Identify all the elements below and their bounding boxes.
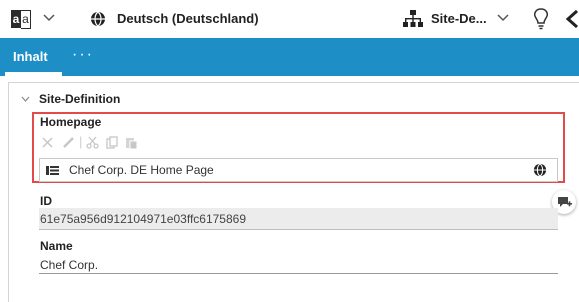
language-icon-left: a — [11, 10, 21, 28]
page-icon — [46, 166, 59, 175]
globe-icon[interactable] — [533, 163, 547, 177]
language-icon-right: a — [21, 10, 31, 29]
homepage-link-text[interactable]: Chef Corp. DE Home Page — [69, 163, 214, 177]
more-tabs-button[interactable]: ··· — [72, 46, 94, 64]
id-value: 61e75a956d912104971e03ffc6175869 — [40, 212, 246, 226]
active-tab-indicator — [5, 72, 62, 76]
back-arrow-icon[interactable] — [565, 8, 579, 30]
name-label: Name — [40, 239, 73, 253]
name-value[interactable]: Chef Corp. — [40, 258, 98, 272]
paste-icon[interactable] — [125, 136, 138, 149]
homepage-label: Homepage — [40, 115, 102, 129]
site-label[interactable]: Site-De... — [431, 11, 487, 26]
remove-icon[interactable] — [41, 136, 54, 149]
lightbulb-icon[interactable] — [533, 8, 549, 30]
copy-icon[interactable] — [106, 136, 119, 149]
tab-inhalt[interactable]: Inhalt — [13, 49, 48, 64]
globe-icon — [91, 11, 105, 27]
edit-icon[interactable] — [62, 136, 75, 149]
top-toolbar: a a Deutsch (Deutschland) Site-De... — [0, 0, 579, 38]
chevron-down-icon[interactable] — [43, 13, 55, 25]
section-collapse-icon[interactable] — [21, 94, 30, 105]
name-input[interactable] — [39, 254, 558, 274]
language-label[interactable]: Deutsch (Deutschland) — [117, 11, 259, 26]
cut-icon[interactable] — [86, 136, 99, 149]
sitemap-icon — [403, 10, 423, 27]
site-chevron-down-icon[interactable] — [497, 13, 509, 25]
language-icon[interactable]: a a — [11, 10, 31, 29]
section-title[interactable]: Site-Definition — [39, 92, 120, 106]
id-label: ID — [40, 194, 52, 208]
toolbar-separator: | — [79, 134, 83, 149]
